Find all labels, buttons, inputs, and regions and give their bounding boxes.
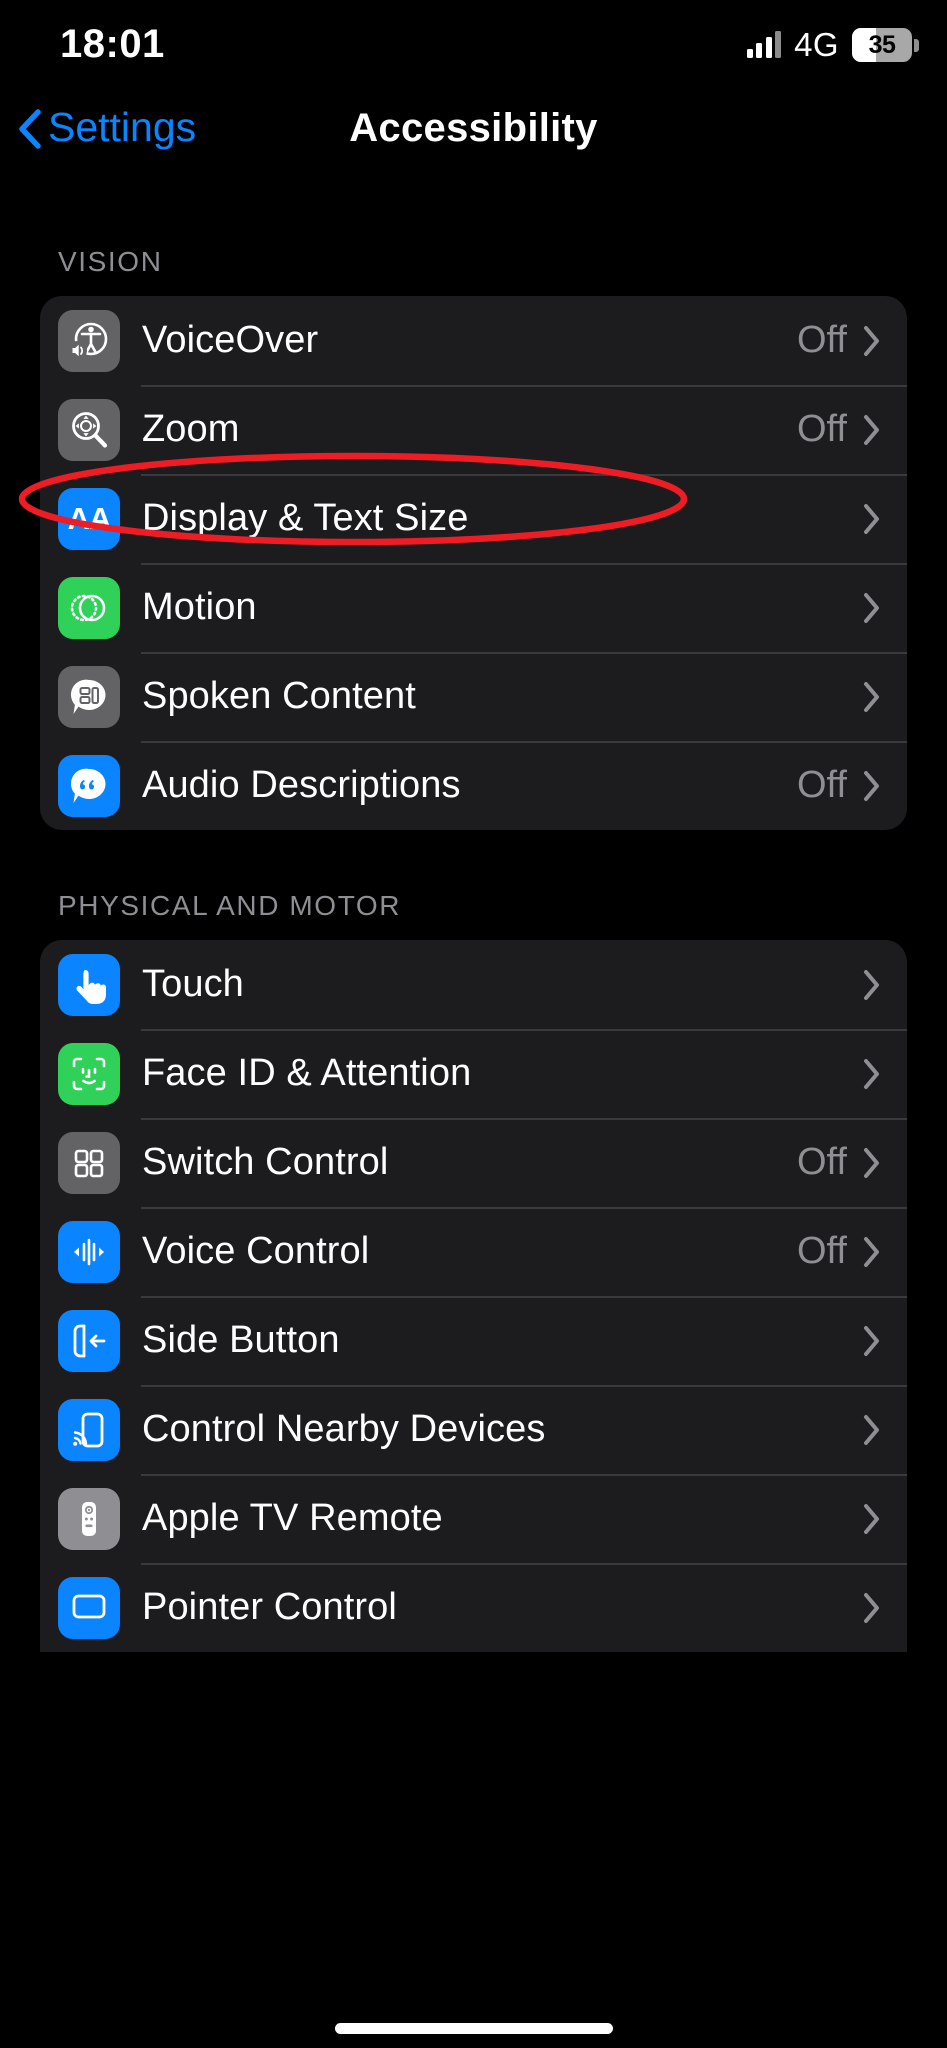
row-control-nearby-devices[interactable]: Control Nearby Devices [40,1385,907,1474]
cellular-signal-icon [746,31,782,58]
face-id-icon [58,1042,120,1105]
chevron-right-icon [863,969,881,1001]
navigation-bar: Settings Accessibility [0,96,947,174]
row-label: Apple TV Remote [142,1497,443,1539]
row-label: Audio Descriptions [142,764,461,806]
chevron-right-icon [863,592,881,624]
row-apple-tv-remote[interactable]: Apple TV Remote [40,1474,907,1563]
row-value: Off [797,319,847,361]
side-button-icon [58,1309,120,1372]
row-voiceover[interactable]: VoiceOver Off [40,296,907,385]
row-pointer-control[interactable]: Pointer Control [40,1563,907,1652]
status-bar: 18:01 4G 35 [0,0,947,92]
display-text-size-aa-icon: AA [58,487,120,550]
row-side-button[interactable]: Side Button [40,1296,907,1385]
row-value: Off [797,764,847,806]
chevron-right-icon [863,770,881,802]
row-value: Off [797,408,847,450]
row-label: Pointer Control [142,1586,397,1628]
vision-card: VoiceOver Off Zoom Off AA Display & Text… [40,296,907,830]
section-header-physical-and-motor: PHYSICAL AND MOTOR [58,890,402,921]
chevron-right-icon [863,1325,881,1357]
chevron-right-icon [863,325,881,357]
row-spoken-content[interactable]: Spoken Content [40,652,907,741]
row-label: VoiceOver [142,319,319,361]
apple-tv-remote-icon [58,1487,120,1550]
chevron-right-icon [863,1414,881,1446]
row-value: Off [797,1230,847,1272]
network-type-label: 4G [794,26,839,63]
status-bar-indicators: 4G 35 [746,26,919,64]
zoom-magnifier-icon [58,398,120,461]
chevron-right-icon [863,503,881,535]
iphone-screen: 18:01 4G 35 Settings Accessibility VISIO… [0,0,947,2048]
chevron-right-icon [863,681,881,713]
voice-control-icon [58,1220,120,1283]
row-face-id-and-attention[interactable]: Face ID & Attention [40,1029,907,1118]
spoken-content-icon [58,665,120,728]
touch-hand-icon [58,953,120,1016]
page-title: Accessibility [349,106,598,150]
row-zoom[interactable]: Zoom Off [40,385,907,474]
row-display-and-text-size[interactable]: AA Display & Text Size [40,474,907,563]
chevron-right-icon [863,1592,881,1624]
nearby-devices-icon [58,1398,120,1461]
row-label: Face ID & Attention [142,1052,472,1094]
chevron-right-icon [863,1236,881,1268]
switch-control-icon [58,1131,120,1194]
row-switch-control[interactable]: Switch Control Off [40,1118,907,1207]
pointer-control-icon [58,1576,120,1639]
status-bar-time: 18:01 [60,22,165,66]
row-label: Side Button [142,1319,340,1361]
battery-percent-label: 35 [868,30,896,59]
row-touch[interactable]: Touch [40,940,907,1029]
row-label: Motion [142,586,257,628]
settings-list: VISION VoiceOver Off Zoom Off AA Display… [0,174,947,1652]
voiceover-icon [58,309,120,372]
row-audio-descriptions[interactable]: Audio Descriptions Off [40,741,907,830]
chevron-right-icon [863,414,881,446]
row-label: Touch [142,963,244,1005]
chevron-right-icon [863,1503,881,1535]
home-indicator[interactable] [334,2023,613,2034]
chevron-right-icon [863,1147,881,1179]
row-voice-control[interactable]: Voice Control Off [40,1207,907,1296]
row-label: Spoken Content [142,675,416,717]
row-label: Control Nearby Devices [142,1408,546,1450]
chevron-right-icon [863,1058,881,1090]
battery-icon: 35 [852,28,919,62]
section-header-vision: VISION [58,246,163,277]
row-label: Zoom [142,408,240,450]
row-label: Voice Control [142,1230,370,1272]
physical-and-motor-card: Touch Face ID & Attention Switch Control… [40,940,907,1652]
motion-icon [58,576,120,639]
row-label: Switch Control [142,1141,389,1183]
audio-descriptions-icon [58,754,120,817]
row-label: Display & Text Size [142,497,469,539]
row-motion[interactable]: Motion [40,563,907,652]
row-value: Off [797,1141,847,1183]
